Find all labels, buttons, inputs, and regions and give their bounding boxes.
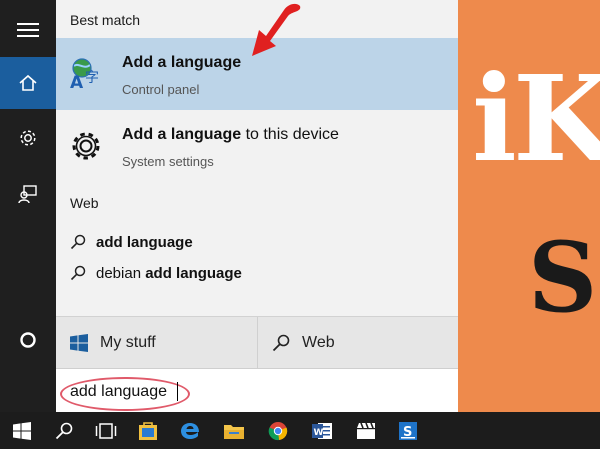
menu-button[interactable]	[0, 4, 56, 56]
language-icon: A 字	[70, 58, 99, 92]
search-icon	[70, 234, 86, 250]
taskbar-app[interactable]	[214, 412, 254, 449]
svg-text:W: W	[314, 428, 324, 438]
word-icon: W	[312, 422, 332, 439]
home-icon	[19, 74, 37, 91]
store-icon	[139, 421, 157, 440]
svg-text:字: 字	[85, 70, 99, 86]
start-icon	[13, 421, 31, 440]
settings-button[interactable]	[0, 112, 56, 164]
start-rail	[0, 0, 56, 412]
text-caret	[177, 382, 178, 401]
settings-result-subtitle: System settings	[122, 154, 214, 169]
best-match-subtitle: Control panel	[122, 82, 200, 97]
settings-result-title: Add a language to this device	[122, 126, 339, 143]
media-icon	[357, 422, 375, 439]
svg-text:A: A	[70, 73, 84, 92]
best-match-title: Add a language	[122, 54, 242, 71]
red-arrow-annotation	[252, 3, 301, 56]
search-scope-bar: My stuff Web	[56, 316, 458, 369]
cortana-circle-icon	[20, 332, 36, 348]
home-button[interactable]	[0, 57, 56, 109]
taskbar: W S	[0, 412, 600, 449]
taskbar-app[interactable]	[128, 412, 168, 449]
search-box[interactable]: add language	[56, 368, 458, 413]
chrome-icon	[268, 421, 288, 440]
scope-divider	[257, 317, 258, 369]
best-match-label: Best match	[70, 12, 141, 28]
search-input[interactable]: add language	[70, 383, 167, 401]
settings-result[interactable]: Add a language to this device System set…	[56, 110, 458, 182]
file-explorer-icon	[224, 424, 244, 439]
task-view-button[interactable]	[86, 412, 126, 449]
hamburger-icon	[17, 23, 39, 37]
search-icon	[272, 334, 290, 352]
web-suggestion[interactable]: debian add language	[70, 260, 242, 286]
taskbar-app[interactable]: W	[302, 412, 342, 449]
desktop-wallpaper-letters: iK	[472, 49, 600, 188]
taskbar-app[interactable]	[258, 412, 298, 449]
search-icon	[70, 265, 86, 281]
gear-icon	[20, 130, 36, 146]
taskbar-app[interactable]	[346, 412, 386, 449]
taskbar-app[interactable]: S	[388, 412, 428, 449]
web-suggestion[interactable]: add language	[70, 229, 193, 255]
task-view-icon	[95, 422, 117, 439]
web-label: Web	[70, 195, 99, 211]
windows-icon	[70, 334, 88, 352]
edge-icon	[181, 422, 199, 439]
cortana-button[interactable]	[0, 314, 56, 366]
taskbar-search-button[interactable]	[44, 412, 84, 449]
feedback-icon	[18, 185, 37, 204]
search-icon	[55, 422, 73, 439]
desktop-wallpaper-glyph: S	[528, 221, 598, 334]
feedback-button[interactable]	[0, 168, 56, 220]
gear-icon	[72, 132, 100, 160]
taskbar-app[interactable]	[170, 412, 210, 449]
app-s-icon: S	[399, 421, 417, 440]
my-stuff-button[interactable]: My stuff	[70, 317, 156, 369]
web-scope-button[interactable]: Web	[272, 317, 335, 369]
start-button[interactable]	[2, 412, 42, 449]
